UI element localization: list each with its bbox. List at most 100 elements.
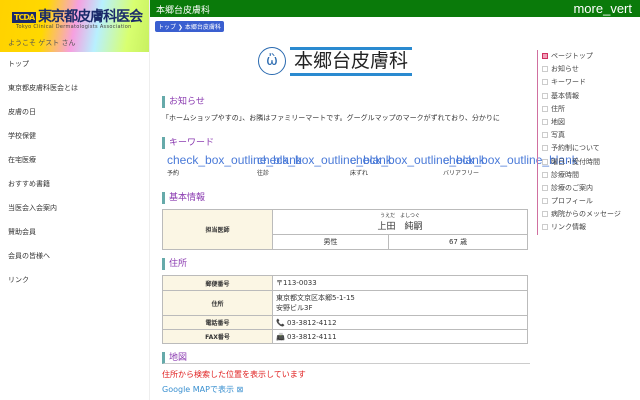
- checkbox-icon: [542, 105, 548, 112]
- nav-books[interactable]: おすすめ書籍: [0, 172, 149, 196]
- toc-label: 診療のご案内: [551, 183, 593, 192]
- address-table: 郵便番号 〒113-0033 住所 東京都文京区本郷5-1-15 安野ビル3F 電話番…: [162, 275, 528, 344]
- row-label: 郵便番号: [162, 275, 273, 291]
- keyword-label: バリアフリー: [443, 170, 480, 177]
- doctor-gender: 男性: [271, 234, 390, 250]
- keyword-item: check_box_outline_blank バリアフリー: [443, 154, 578, 177]
- nav-members[interactable]: 会員の皆様へ: [0, 244, 149, 268]
- toc-item[interactable]: 写真: [542, 129, 633, 142]
- checkbox-icon: [542, 158, 548, 165]
- row-label: FAX番号: [162, 329, 273, 344]
- checkbox-icon: check_box_outline_blank: [350, 153, 485, 167]
- postal-code: 〒113-0033: [272, 275, 528, 291]
- checkbox-icon: [542, 79, 548, 86]
- clinic-logo: ὢ 本郷台皮膚科: [258, 43, 438, 81]
- toc-label: 地図: [551, 117, 565, 126]
- breadcrumb-top[interactable]: トップ: [158, 24, 176, 31]
- checkbox-icon: [542, 53, 548, 59]
- checkbox-icon: [542, 66, 548, 73]
- keyword-label: 往診: [257, 170, 270, 177]
- checkbox-icon: [542, 92, 548, 99]
- page-title: 本郷台皮膚科: [156, 6, 211, 16]
- address-cell: 東京都文京区本郷5-1-15 安野ビル3F: [272, 290, 528, 316]
- nav-about[interactable]: 東京都皮膚科医会とは: [0, 76, 149, 100]
- keyword-label: 床ずれ: [350, 170, 369, 177]
- google-map-link-text: Google MAPで表示: [162, 385, 234, 394]
- doctor-name: 上田 純嗣: [377, 222, 423, 232]
- toc-item[interactable]: 住所: [542, 103, 633, 116]
- toc-item[interactable]: 基本情報: [542, 90, 633, 103]
- sidebar-nav: トップ 東京都皮膚科医会とは 皮膚の日 学校保健 在宅医療 おすすめ書籍 当医会…: [0, 52, 149, 292]
- site-banner[interactable]: TCDA 東京都皮膚科医会 Tokyo Clinical Dermatologis…: [0, 0, 149, 52]
- nav-join[interactable]: 当医会入会案内: [0, 196, 149, 220]
- toc-item[interactable]: 診療時間: [542, 169, 633, 182]
- checkbox-icon: [542, 184, 548, 191]
- google-map-link[interactable]: Google MAPで表示 ⊠: [162, 384, 530, 395]
- nav-supporting[interactable]: 賛助会員: [0, 220, 149, 244]
- toc-label: ページトップ: [551, 52, 593, 60]
- nav-school-health[interactable]: 学校保健: [0, 124, 149, 148]
- more-vert-icon[interactable]: more_vert: [573, 1, 632, 16]
- checkbox-icon: check_box_outline_blank: [257, 153, 392, 167]
- basic-info-table: 担当医師 うえだ よしつぐ 上田 純嗣 男性 67 歳: [162, 209, 528, 250]
- map-note: 住所から検索した位置を表示しています: [162, 370, 306, 379]
- map-heading: 地図: [162, 352, 530, 364]
- table-row: 住所 東京都文京区本郷5-1-15 安野ビル3F: [162, 290, 528, 316]
- toc-item[interactable]: リンク情報: [542, 221, 633, 234]
- toc-label: 基本情報: [551, 91, 579, 100]
- toc-item[interactable]: 地図: [542, 116, 633, 129]
- row-label: 住所: [162, 290, 273, 316]
- toc-item[interactable]: 予約制について: [542, 142, 633, 155]
- toc-item[interactable]: ページトップ: [542, 50, 633, 63]
- keyword-item: check_box_outline_blank 往診: [257, 153, 392, 177]
- toc-label: 写真: [551, 131, 565, 140]
- nav-top[interactable]: トップ: [0, 52, 149, 76]
- clinic-emblem-icon: ὢ: [258, 47, 286, 75]
- keyword-item: check_box_outline_blank 床ずれ: [350, 153, 485, 177]
- table-row: FAX番号 📠 03-3812-4111: [162, 329, 528, 344]
- phone-number[interactable]: 📞 03-3812-4112: [272, 315, 528, 330]
- keyword-item: check_box_outline_blank 予約: [167, 153, 302, 177]
- checkbox-icon: [542, 132, 548, 139]
- checkbox-icon: [542, 211, 548, 218]
- doctor-age: 67 歳: [388, 234, 528, 250]
- notice-heading: お知らせ: [162, 96, 530, 108]
- address-heading: 住所: [162, 258, 530, 270]
- toc-item[interactable]: 診療のご案内: [542, 182, 633, 195]
- toc-label: 曜日・受付時間: [551, 157, 600, 166]
- basic-info-heading: 基本情報: [162, 192, 530, 204]
- toc-item[interactable]: お知らせ: [542, 63, 633, 76]
- checkbox-icon: [542, 224, 548, 231]
- nav-links[interactable]: リンク: [0, 268, 149, 292]
- toc-label: プロフィール: [551, 197, 593, 206]
- checkbox-icon: [542, 171, 548, 178]
- toc-item[interactable]: 曜日・受付時間: [542, 156, 633, 169]
- site-logo[interactable]: TCDA 東京都皮膚科医会: [12, 6, 143, 26]
- toc-label: リンク情報: [551, 223, 586, 232]
- nav-home-care[interactable]: 在宅医療: [0, 148, 149, 172]
- toc-item[interactable]: キーワード: [542, 76, 633, 89]
- top-bar: 本郷台皮膚科 more_vert: [150, 0, 640, 17]
- checkbox-icon: check_box_outline_blank: [167, 153, 302, 167]
- checkbox-icon: [542, 118, 548, 125]
- page-toc: ページトップ お知らせ キーワード 基本情報 住所 地図 写真 予約制について …: [537, 50, 633, 235]
- clinic-name: 本郷台皮膚科: [290, 47, 413, 76]
- sidebar: TCDA 東京都皮膚科医会 Tokyo Clinical Dermatologis…: [0, 0, 150, 400]
- checkbox-icon: [542, 198, 548, 205]
- toc-label: 病院からのメッセージ: [551, 210, 621, 219]
- row-label: 電話番号: [162, 315, 273, 330]
- toc-item[interactable]: プロフィール: [542, 195, 633, 208]
- breadcrumb: トップ ❯ 本郷台皮膚科: [155, 21, 224, 32]
- nav-skin-day[interactable]: 皮膚の日: [0, 100, 149, 124]
- toc-label: 予約制について: [551, 144, 600, 153]
- toc-item[interactable]: 病院からのメッセージ: [542, 208, 633, 221]
- toc-label: 診療時間: [551, 170, 579, 179]
- breadcrumb-current: 本郷台皮膚科: [184, 24, 221, 31]
- keyword-heading: キーワード: [162, 137, 530, 149]
- notice-text: 「ホームショップやすの」、お隣はファミリーマートです。グーグルマップのマークがず…: [162, 114, 500, 122]
- keyword-list: check_box_outline_blank 予約 check_box_outl…: [162, 153, 578, 184]
- toc-label: お知らせ: [551, 65, 579, 74]
- address-line1: 東京都文京区本郷5-1-15: [276, 294, 355, 302]
- main-content: お知らせ 「ホームショップやすの」、お隣はファミリーマートです。グーグルマップの…: [162, 96, 578, 395]
- doctor-label: 担当医師: [162, 209, 273, 250]
